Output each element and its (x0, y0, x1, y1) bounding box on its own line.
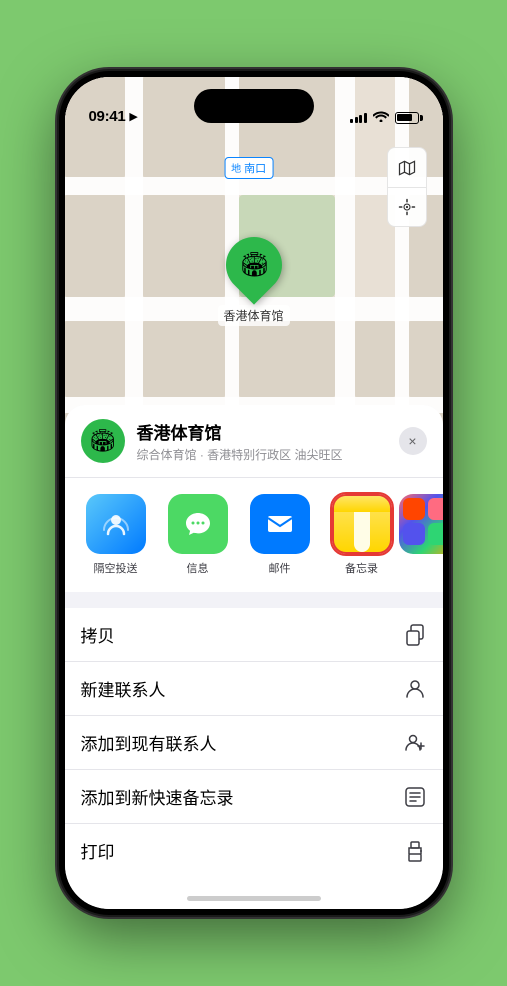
section-divider (65, 592, 443, 600)
mail-label: 邮件 (269, 560, 291, 576)
venue-name: 香港体育馆 (137, 419, 387, 444)
action-print[interactable]: 打印 (65, 824, 443, 877)
location-button[interactable] (387, 187, 427, 227)
airdrop-icon-wrap (86, 494, 146, 554)
share-item-airdrop[interactable]: 隔空投送 (81, 494, 151, 576)
share-item-notes[interactable]: 备忘录 (327, 494, 397, 576)
signal-bars-icon (350, 113, 367, 123)
messages-icon-wrap (168, 494, 228, 554)
phone-screen: 09:41 ▶ (65, 77, 443, 909)
map-controls (387, 147, 427, 227)
more-icon-wrap (399, 494, 443, 554)
close-button[interactable]: × (399, 427, 427, 455)
stadium-icon: 🏟 (238, 251, 268, 280)
status-time: 09:41 (89, 108, 126, 125)
new-contact-icon (403, 677, 427, 701)
notes-label: 备忘录 (345, 560, 378, 576)
action-new-contact[interactable]: 新建联系人 (65, 662, 443, 716)
share-item-mail[interactable]: 邮件 (245, 494, 315, 576)
messages-label: 信息 (187, 560, 209, 576)
mail-icon-wrap (250, 494, 310, 554)
print-icon (403, 839, 427, 863)
dynamic-island (194, 89, 314, 123)
action-print-label: 打印 (81, 838, 115, 863)
phone-frame: 09:41 ▶ (59, 71, 449, 915)
action-add-notes[interactable]: 添加到新快速备忘录 (65, 770, 443, 824)
action-new-contact-label: 新建联系人 (81, 676, 166, 701)
home-indicator (187, 896, 321, 901)
copy-icon (403, 623, 427, 647)
share-item-messages[interactable]: 信息 (163, 494, 233, 576)
action-copy-label: 拷贝 (81, 622, 115, 647)
action-add-existing-label: 添加到现有联系人 (81, 730, 217, 755)
battery-icon (395, 112, 419, 124)
action-copy[interactable]: 拷贝 (65, 608, 443, 662)
airdrop-label: 隔空投送 (94, 560, 138, 576)
share-item-more[interactable] (409, 494, 443, 576)
map-label: 地 南口 (224, 157, 273, 179)
map-type-button[interactable] (387, 147, 427, 187)
status-icons (350, 110, 419, 125)
location-arrow-icon: ▶ (129, 110, 137, 123)
stadium-marker: 🏟 香港体育馆 (217, 237, 289, 326)
quick-note-icon (403, 785, 427, 809)
wifi-icon (373, 110, 389, 125)
notes-icon-wrap (332, 494, 392, 554)
home-indicator-area (65, 877, 443, 909)
share-actions: 隔空投送 信息 (65, 478, 443, 592)
venue-info: 香港体育馆 综合体育馆 · 香港特别行政区 油尖旺区 (137, 419, 387, 463)
venue-description: 综合体育馆 · 香港特别行政区 油尖旺区 (137, 446, 387, 463)
venue-icon: 🏟 (81, 419, 125, 463)
marker-label: 香港体育馆 (217, 305, 289, 326)
action-list: 拷贝 新建联系人 添加到现有联系人 (65, 608, 443, 877)
action-add-existing[interactable]: 添加到现有联系人 (65, 716, 443, 770)
venue-card: 🏟 香港体育馆 综合体育馆 · 香港特别行政区 油尖旺区 × (65, 405, 443, 478)
marker-pin: 🏟 (214, 225, 293, 304)
bottom-sheet: 🏟 香港体育馆 综合体育馆 · 香港特别行政区 油尖旺区 × (65, 405, 443, 909)
add-existing-contact-icon (403, 731, 427, 755)
action-add-notes-label: 添加到新快速备忘录 (81, 784, 234, 809)
